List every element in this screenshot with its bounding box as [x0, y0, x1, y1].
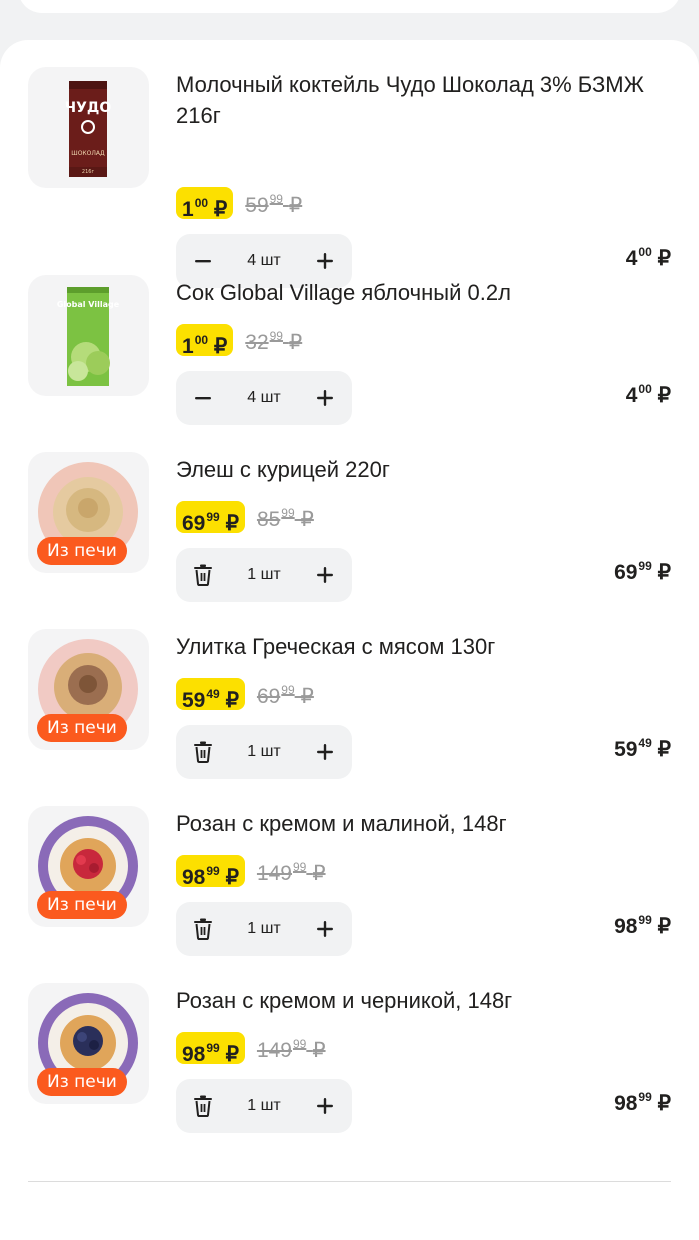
cart-item: ЧУДО ШОКОЛАД 216г Молочный коктейль Чудо… — [0, 67, 699, 288]
quantity-value: 4 шт — [247, 389, 281, 406]
product-image-blueberry-pastry[interactable]: Из печи — [28, 983, 149, 1104]
product-image-meat-pastry[interactable]: Из печи — [28, 629, 149, 750]
product-title[interactable]: Молочный коктейль Чудо Шоколад 3% БЗМЖ 2… — [176, 69, 666, 131]
discount-price: 100 ₽ — [176, 323, 234, 358]
product-image-chocolate-milk[interactable]: ЧУДО ШОКОЛАД 216г — [28, 67, 149, 188]
product-title[interactable]: Розан с кремом и малиной, 148г — [176, 808, 666, 839]
remove-button[interactable] — [176, 548, 230, 602]
item-total: 5949 ₽ — [614, 736, 671, 761]
plus-icon — [317, 390, 333, 406]
quantity-value: 1 шт — [247, 743, 281, 760]
old-price: 14999 ₽ — [256, 860, 326, 885]
discount-price: 6999 ₽ — [176, 500, 245, 535]
item-total: 9899 ₽ — [614, 913, 671, 938]
item-total: 400 ₽ — [625, 245, 671, 270]
cart-item: Из печи Улитка Греческая с мясом 130г 59… — [0, 629, 699, 806]
oven-badge: Из печи — [37, 714, 127, 742]
decrement-button[interactable] — [176, 371, 230, 425]
plus-icon — [317, 744, 333, 760]
carton-volume-text: 216г — [82, 169, 95, 175]
old-price: 6999 ₽ — [256, 683, 314, 708]
product-image-raspberry-pastry[interactable]: Из печи — [28, 806, 149, 927]
increment-button[interactable] — [298, 725, 352, 779]
increment-button[interactable] — [298, 371, 352, 425]
divider — [28, 1181, 671, 1182]
product-title[interactable]: Розан с кремом и черникой, 148г — [176, 985, 666, 1016]
old-price: 5999 ₽ — [245, 192, 303, 217]
carton-flavor-text: ШОКОЛАД — [71, 150, 105, 157]
price-row: 100 ₽ 3299 ₽ — [176, 320, 302, 359]
previous-section-card — [18, 0, 681, 13]
carton-brand-text: Global Village — [57, 300, 120, 309]
product-title[interactable]: Элеш с курицей 220г — [176, 454, 666, 485]
quantity-stepper: 1 шт — [176, 902, 352, 956]
oven-badge: Из печи — [37, 1068, 127, 1096]
plus-icon — [317, 253, 333, 269]
plus-icon — [317, 567, 333, 583]
quantity-value: 1 шт — [247, 920, 281, 937]
trash-icon — [194, 564, 212, 586]
plus-icon — [317, 921, 333, 937]
quantity-value: 1 шт — [247, 1097, 281, 1114]
carton-brand-text: ЧУДО — [65, 100, 112, 116]
oven-badge: Из печи — [37, 891, 127, 919]
increment-button[interactable] — [298, 902, 352, 956]
trash-icon — [194, 741, 212, 763]
remove-button[interactable] — [176, 902, 230, 956]
remove-button[interactable] — [176, 725, 230, 779]
quantity-stepper: 1 шт — [176, 725, 352, 779]
oven-badge: Из печи — [37, 537, 127, 565]
quantity-stepper: 4 шт — [176, 371, 352, 425]
product-image-chicken-pie[interactable]: Из печи — [28, 452, 149, 573]
item-total: 6999 ₽ — [614, 559, 671, 584]
quantity-stepper: 1 шт — [176, 548, 352, 602]
increment-button[interactable] — [298, 1079, 352, 1133]
product-title[interactable]: Сок Global Village яблочный 0.2л — [176, 277, 666, 308]
product-title[interactable]: Улитка Греческая с мясом 130г — [176, 631, 666, 662]
trash-icon — [194, 1095, 212, 1117]
cart-item: Из печи Розан с кремом и черникой, 148г … — [0, 983, 699, 1160]
minus-icon — [195, 397, 211, 400]
old-price: 3299 ₽ — [245, 329, 303, 354]
discount-price: 9899 ₽ — [176, 854, 245, 889]
remove-button[interactable] — [176, 1079, 230, 1133]
trash-icon — [194, 918, 212, 940]
cart-items-list: ЧУДО ШОКОЛАД 216г Молочный коктейль Чудо… — [0, 40, 699, 1240]
old-price: 14999 ₽ — [256, 1037, 326, 1062]
price-row: 9899 ₽ 14999 ₽ — [176, 1028, 326, 1067]
cart-item: Из печи Розан с кремом и малиной, 148г 9… — [0, 806, 699, 983]
item-total: 400 ₽ — [625, 382, 671, 407]
price-row: 6999 ₽ 8599 ₽ — [176, 497, 314, 536]
product-image-apple-juice[interactable]: Global Village — [28, 275, 149, 396]
discount-price: 9899 ₽ — [176, 1031, 245, 1066]
discount-price: 5949 ₽ — [176, 677, 245, 712]
discount-price: 100 ₽ — [176, 186, 234, 221]
quantity-stepper: 1 шт — [176, 1079, 352, 1133]
price-row: 9899 ₽ 14999 ₽ — [176, 851, 326, 890]
price-row: 100 ₽ 5999 ₽ — [176, 183, 302, 222]
quantity-value: 1 шт — [247, 566, 281, 583]
increment-button[interactable] — [298, 548, 352, 602]
cart-item: Из печи Элеш с курицей 220г 6999 ₽ 8599 … — [0, 452, 699, 629]
old-price: 8599 ₽ — [256, 506, 314, 531]
plus-icon — [317, 1098, 333, 1114]
minus-icon — [195, 260, 211, 263]
price-row: 5949 ₽ 6999 ₽ — [176, 674, 314, 713]
cart-item: Global Village Сок Global Village яблочн… — [0, 275, 699, 452]
item-total: 9899 ₽ — [614, 1090, 671, 1115]
